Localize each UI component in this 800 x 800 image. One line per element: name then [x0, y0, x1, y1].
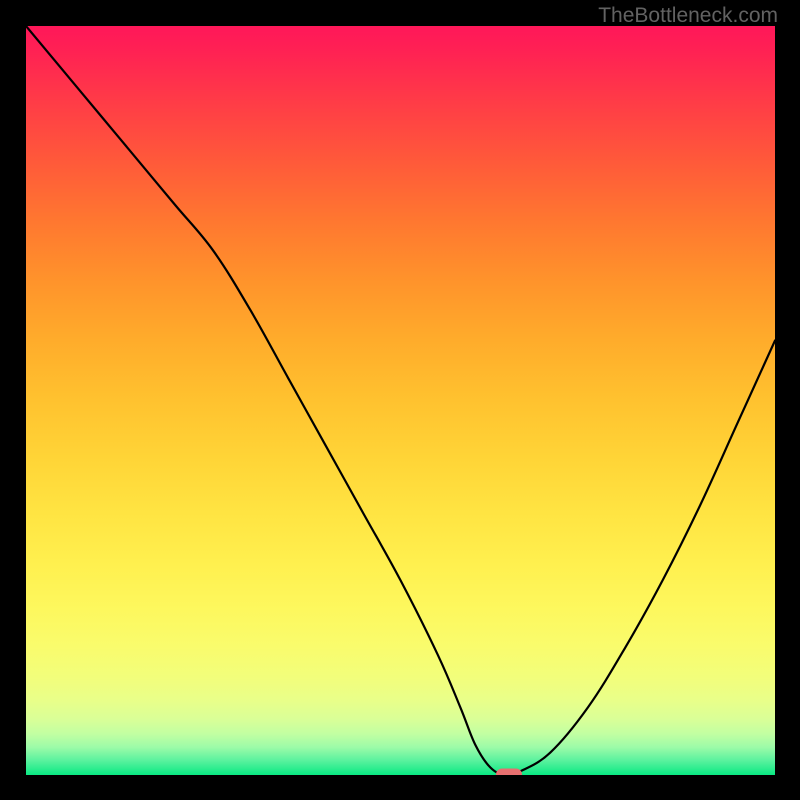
curve-svg	[26, 26, 775, 775]
watermark-text: TheBottleneck.com	[598, 4, 778, 28]
bottleneck-curve	[26, 26, 775, 775]
plot-area	[26, 26, 775, 775]
optimal-marker	[496, 769, 522, 776]
